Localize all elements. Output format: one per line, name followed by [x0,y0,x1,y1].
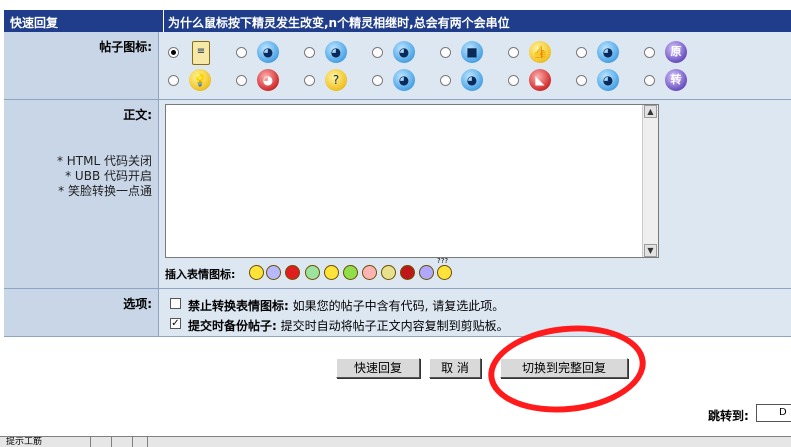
lightbulb-icon[interactable]: 💡 [189,69,211,91]
scroll-down-button[interactable]: ▼ [644,244,657,257]
disable-smiley-desc: 如果您的帖子中含有代码, 请复选此项。 [292,299,505,313]
backup-post-desc: 提交时自动将帖子正文内容复制到剪贴板。 [280,319,509,333]
disable-smiley-checkbox[interactable] [170,298,181,309]
jump-select[interactable]: D [756,404,791,422]
post-icon-radio[interactable] [304,47,315,58]
disable-smiley-option: 禁止转换表情图标: 如果您的帖子中含有代码, 请复选此项。 [188,297,504,314]
post-icon-radio[interactable] [304,75,315,86]
original-badge-icon[interactable]: 原 [665,41,687,63]
post-icon-option[interactable]: ■ [440,41,500,65]
smile-smiley-icon[interactable] [249,265,264,280]
body-notes: * HTML 代码关闭 * UBB 代码开启 * 笑脸转换一点通 [57,154,152,199]
post-icon-radio[interactable] [236,75,247,86]
smiley-tips-link[interactable]: * 笑脸转换一点通 [57,184,152,199]
post-icon-option[interactable]: ≡ [168,41,228,65]
cool-smiley-icon[interactable] [381,265,396,280]
post-icon-option[interactable]: 👍 [508,41,568,65]
jump-label: 跳转到: [708,409,749,423]
sunglasses-icon[interactable]: ■ [461,41,483,63]
sad-smiley-icon[interactable] [266,265,281,280]
blue-ghost-3-icon[interactable]: ◕ [393,41,415,63]
question-icon[interactable]: ? [325,69,347,91]
mad-smiley-icon[interactable] [400,265,415,280]
confused-smiley-icon[interactable] [437,265,452,280]
post-icon-radio[interactable] [372,75,383,86]
wink-smiley-icon[interactable] [324,265,339,280]
sick-smiley-icon[interactable] [343,265,358,280]
post-icon-option[interactable]: ◕ [372,41,432,65]
post-icon-option[interactable]: 转 [644,69,704,93]
thumbs-up-icon[interactable]: 👍 [529,41,551,63]
post-icon-radio[interactable] [644,75,655,86]
ubb-code-note: * UBB 代码开启 [65,169,152,183]
header-title: 快速回复 [10,16,59,30]
post-icon-radio[interactable] [644,47,655,58]
options-label: 选项: [123,297,152,311]
post-icon-radio[interactable] [576,75,587,86]
post-icon-radio[interactable] [508,75,519,86]
blue-ghost-2-icon[interactable]: ◕ [325,41,347,63]
scroll-up-button[interactable]: ▲ [644,105,657,118]
blue-ghost-5-icon[interactable]: ◕ [393,69,415,91]
post-icon-radio[interactable] [168,75,179,86]
blue-ghost-1-icon[interactable]: ◕ [257,41,279,63]
post-icon-option[interactable]: ◕ [236,69,296,93]
quick-reply-header: 快速回复 为什么鼠标按下精灵发生改变,n个精灵相继时,总会有两个会串位 [4,10,791,32]
taskbar: 提示工筋 [0,436,791,447]
post-icon-label: 帖子图标: [99,40,152,54]
post-icon-radio[interactable] [508,47,519,58]
post-icon-radio[interactable] [440,75,451,86]
cancel-button[interactable]: 取 消 [429,358,481,378]
textarea-scrollbar[interactable]: ▲ ▼ [642,105,658,257]
grin-smiley-icon[interactable] [305,265,320,280]
post-icon-option[interactable]: ◕ [372,69,432,93]
header-note: 为什么鼠标按下精灵发生改变,n个精灵相继时,总会有两个会串位 [168,16,510,30]
post-icon-option[interactable]: ? [304,69,364,93]
blue-ghost-6-icon[interactable]: ◕ [461,69,483,91]
backup-post-checkbox[interactable]: ✓ [170,318,181,329]
html-code-note: * HTML 代码关闭 [56,154,152,168]
post-icon-radio[interactable] [372,47,383,58]
angry-red-icon[interactable]: ◣ [529,69,551,91]
post-icon-option[interactable]: 原 [644,41,704,65]
options-label-cell: 选项: [4,289,159,337]
shy-smiley-icon[interactable] [419,265,434,280]
backup-post-title: 提交时备份帖子: [188,319,277,333]
post-icon-option[interactable]: ◣ [508,69,568,93]
post-icon-label-cell: 帖子图标: [4,32,159,100]
post-icon-radio[interactable] [576,47,587,58]
body-label: 正文: [123,108,152,122]
document-icon[interactable]: ≡ [192,41,210,65]
post-icon-radio[interactable] [440,47,451,58]
blue-ghost-4-icon[interactable]: ◕ [597,41,619,63]
repost-badge-icon[interactable]: 转 [665,69,687,91]
question-marks: ??? [437,257,449,265]
red-blue-ghost-icon[interactable]: ◕ [257,69,279,91]
backup-post-option: 提交时备份帖子: 提交时自动将帖子正文内容复制到剪贴板。 [188,317,509,334]
header-divider [163,10,164,32]
post-icon-radio[interactable] [168,47,179,58]
disable-smiley-title: 禁止转换表情图标: [188,299,289,313]
post-icon-option[interactable]: ◕ [576,69,636,93]
love-smiley-icon[interactable] [362,265,377,280]
angry-smiley-icon[interactable] [285,265,300,280]
post-icon-option[interactable]: ◕ [304,41,364,65]
quick-reply-button[interactable]: 快速回复 [336,358,420,378]
post-icon-option[interactable]: ◕ [236,41,296,65]
message-textarea[interactable]: ▲ ▼ [165,104,659,258]
post-icon-option[interactable]: 💡 [168,69,228,93]
body-label-cell: 正文: * HTML 代码关闭 * UBB 代码开启 * 笑脸转换一点通 [4,100,159,289]
insert-smiley-label: 插入表情图标: [165,268,236,281]
post-icon-option[interactable]: ◕ [440,69,500,93]
post-icon-option[interactable]: ◕ [576,41,636,65]
post-icon-radio[interactable] [236,47,247,58]
blue-ghost-7-icon[interactable]: ◕ [597,69,619,91]
